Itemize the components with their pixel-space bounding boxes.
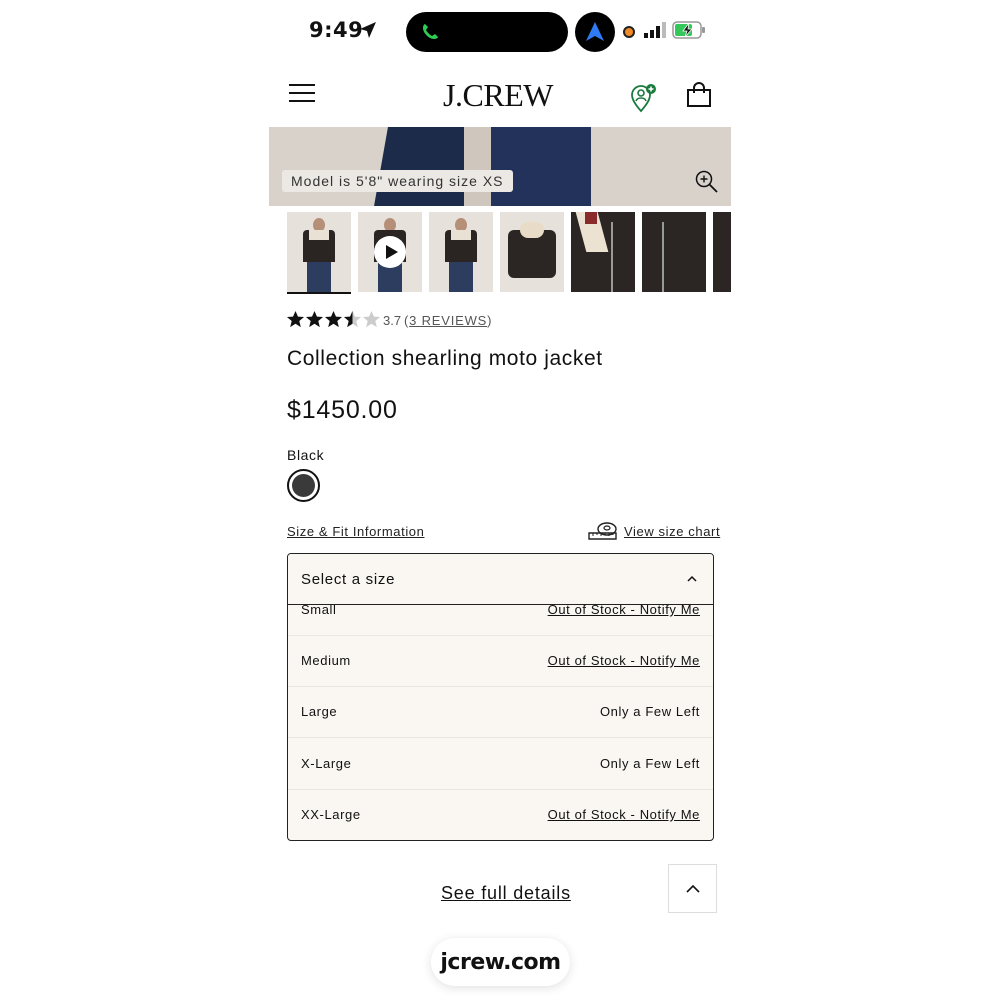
- size-select-header[interactable]: Select a size: [288, 554, 713, 605]
- size-option-x-large[interactable]: X-Large Only a Few Left: [288, 738, 713, 790]
- phone-call-icon: [423, 24, 438, 39]
- product-price: $1450.00: [287, 396, 398, 424]
- rating-stars: [286, 310, 381, 330]
- hamburger-menu-icon[interactable]: [289, 84, 315, 104]
- star-full-icon: [305, 310, 324, 328]
- measuring-tape-icon: [588, 522, 617, 540]
- reviews-link[interactable]: (3 REVIEWS): [404, 313, 492, 328]
- model-size-note: Model is 5'8" wearing size XS: [282, 170, 513, 192]
- location-arrow-icon: [360, 22, 376, 38]
- status-time: 9:49: [309, 18, 364, 42]
- thumbnail-5[interactable]: [571, 212, 635, 292]
- thumbnail-6[interactable]: [642, 212, 706, 292]
- thumbnail-7[interactable]: [713, 212, 731, 292]
- chevron-up-icon[interactable]: [686, 574, 698, 584]
- size-option-xx-large[interactable]: XX-Large Out of Stock - Notify Me: [288, 789, 713, 840]
- star-full-icon: [286, 310, 305, 328]
- navigation-arrow-icon: [586, 22, 604, 41]
- privacy-indicator-dot: [623, 26, 635, 38]
- view-size-chart-link[interactable]: View size chart: [624, 524, 720, 539]
- dynamic-island[interactable]: [406, 12, 568, 52]
- zoom-in-icon[interactable]: [694, 169, 720, 195]
- jcrew-logo[interactable]: J.CREW: [436, 77, 560, 114]
- battery-charging-icon: [672, 21, 705, 39]
- thumbnail-1[interactable]: [287, 212, 351, 294]
- back-to-top-button[interactable]: [668, 864, 717, 913]
- size-dropdown[interactable]: Select a size Small Out of Stock - Notif…: [287, 553, 714, 841]
- thumbnail-4[interactable]: [500, 212, 564, 292]
- cellular-signal-icon: [644, 22, 666, 38]
- size-select-placeholder: Select a size: [301, 571, 396, 588]
- reviews-link-text[interactable]: 3 REVIEWS: [409, 313, 487, 328]
- availability-status: Only a Few Left: [599, 704, 700, 719]
- color-name: Black: [287, 447, 325, 463]
- notify-me-link[interactable]: Out of Stock - Notify Me: [548, 807, 700, 822]
- shopping-bag-icon[interactable]: [686, 82, 712, 108]
- star-half-icon: [343, 310, 362, 328]
- play-video-icon[interactable]: [374, 236, 406, 268]
- navigation-indicator[interactable]: [575, 12, 615, 52]
- thumbnail-video[interactable]: [358, 212, 422, 292]
- chevron-up-icon: [686, 884, 700, 893]
- thumbnail-3[interactable]: [429, 212, 493, 292]
- availability-status: Only a Few Left: [599, 756, 700, 771]
- size-fit-info-link[interactable]: Size & Fit Information: [287, 524, 424, 539]
- browser-url-bar[interactable]: jcrew.com: [431, 938, 570, 986]
- notify-me-link[interactable]: Out of Stock - Notify Me: [548, 653, 700, 668]
- star-full-icon: [324, 310, 343, 328]
- store-locator-icon[interactable]: [628, 82, 660, 114]
- product-thumbnails: [287, 212, 731, 294]
- size-option-large[interactable]: Large Only a Few Left: [288, 686, 713, 738]
- rating-value: 3.7: [383, 313, 402, 328]
- product-hero-image[interactable]: Model is 5'8" wearing size XS: [269, 127, 731, 206]
- see-full-details-link[interactable]: See full details: [441, 883, 571, 904]
- url-text: jcrew.com: [440, 950, 561, 975]
- color-swatch-black[interactable]: [287, 469, 320, 502]
- product-title: Collection shearling moto jacket: [287, 347, 603, 370]
- star-empty-icon: [362, 310, 381, 328]
- size-option-medium[interactable]: Medium Out of Stock - Notify Me: [288, 635, 713, 687]
